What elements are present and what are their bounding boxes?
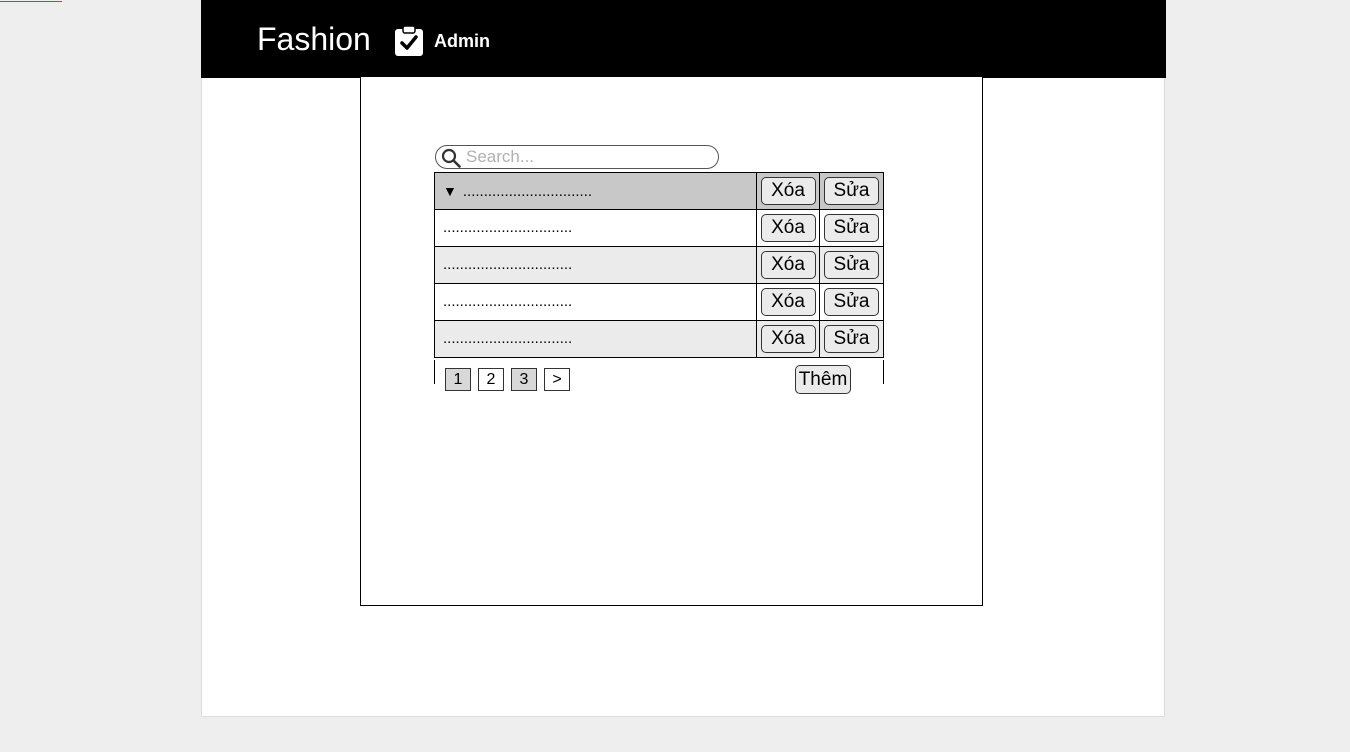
add-button[interactable]: Thêm (795, 365, 851, 394)
edit-button[interactable]: Sửa (824, 177, 879, 205)
clipboard-check-icon (395, 25, 423, 56)
delete-cell: Xóa (757, 321, 820, 357)
row-text-cell: ............................... (435, 284, 757, 320)
delete-button[interactable]: Xóa (760, 325, 816, 353)
next-page-button[interactable]: > (544, 368, 570, 391)
edit-button[interactable]: Sửa (824, 251, 879, 279)
table-row[interactable]: ▼............................... Xóa Sửa (435, 172, 883, 209)
table-row[interactable]: ............................... Xóa Sửa (435, 320, 883, 358)
delete-cell: Xóa (757, 284, 820, 320)
edit-cell: Sửa (820, 210, 883, 246)
edit-cell: Sửa (820, 173, 883, 209)
row-text: ............................... (443, 330, 573, 347)
table-row[interactable]: ............................... Xóa Sửa (435, 283, 883, 320)
delete-cell: Xóa (757, 210, 820, 246)
search-box[interactable] (435, 145, 719, 169)
row-text: ............................... (443, 219, 573, 236)
caret-down-icon[interactable]: ▼ (443, 183, 457, 199)
edit-button[interactable]: Sửa (824, 325, 879, 353)
search-icon (441, 148, 461, 168)
row-text-cell: ............................... (435, 321, 757, 357)
page-button-2[interactable]: 2 (478, 368, 504, 391)
edit-cell: Sửa (820, 321, 883, 357)
row-text: ............................... (462, 183, 593, 200)
top-header: Fashion Admin (201, 0, 1166, 78)
edit-button[interactable]: Sửa (824, 214, 879, 242)
table-row[interactable]: ............................... Xóa Sửa (435, 246, 883, 283)
delete-button[interactable]: Xóa (760, 251, 816, 279)
delete-cell: Xóa (757, 173, 820, 209)
table-row[interactable]: ............................... Xóa Sửa (435, 209, 883, 246)
admin-label[interactable]: Admin (434, 31, 490, 51)
page-button-1[interactable]: 1 (445, 368, 471, 391)
delete-cell: Xóa (757, 247, 820, 283)
edit-cell: Sửa (820, 247, 883, 283)
brand-title[interactable]: Fashion (257, 20, 371, 58)
row-text-cell: ............................... (435, 247, 757, 283)
item-table: ▼............................... Xóa Sửa… (434, 172, 884, 358)
delete-button[interactable]: Xóa (760, 288, 816, 316)
row-text-cell: ▼............................... (435, 173, 757, 209)
page-button-3[interactable]: 3 (511, 368, 537, 391)
delete-button[interactable]: Xóa (760, 214, 816, 242)
search-input[interactable] (466, 147, 706, 167)
row-text: ............................... (443, 293, 573, 310)
table-footer: 1 2 3 > Thêm (434, 360, 884, 394)
top-link-underline[interactable] (0, 0, 62, 2)
delete-button[interactable]: Xóa (760, 177, 816, 205)
row-text: ............................... (443, 256, 573, 273)
row-text-cell: ............................... (435, 210, 757, 246)
edit-cell: Sửa (820, 284, 883, 320)
edit-button[interactable]: Sửa (824, 288, 879, 316)
